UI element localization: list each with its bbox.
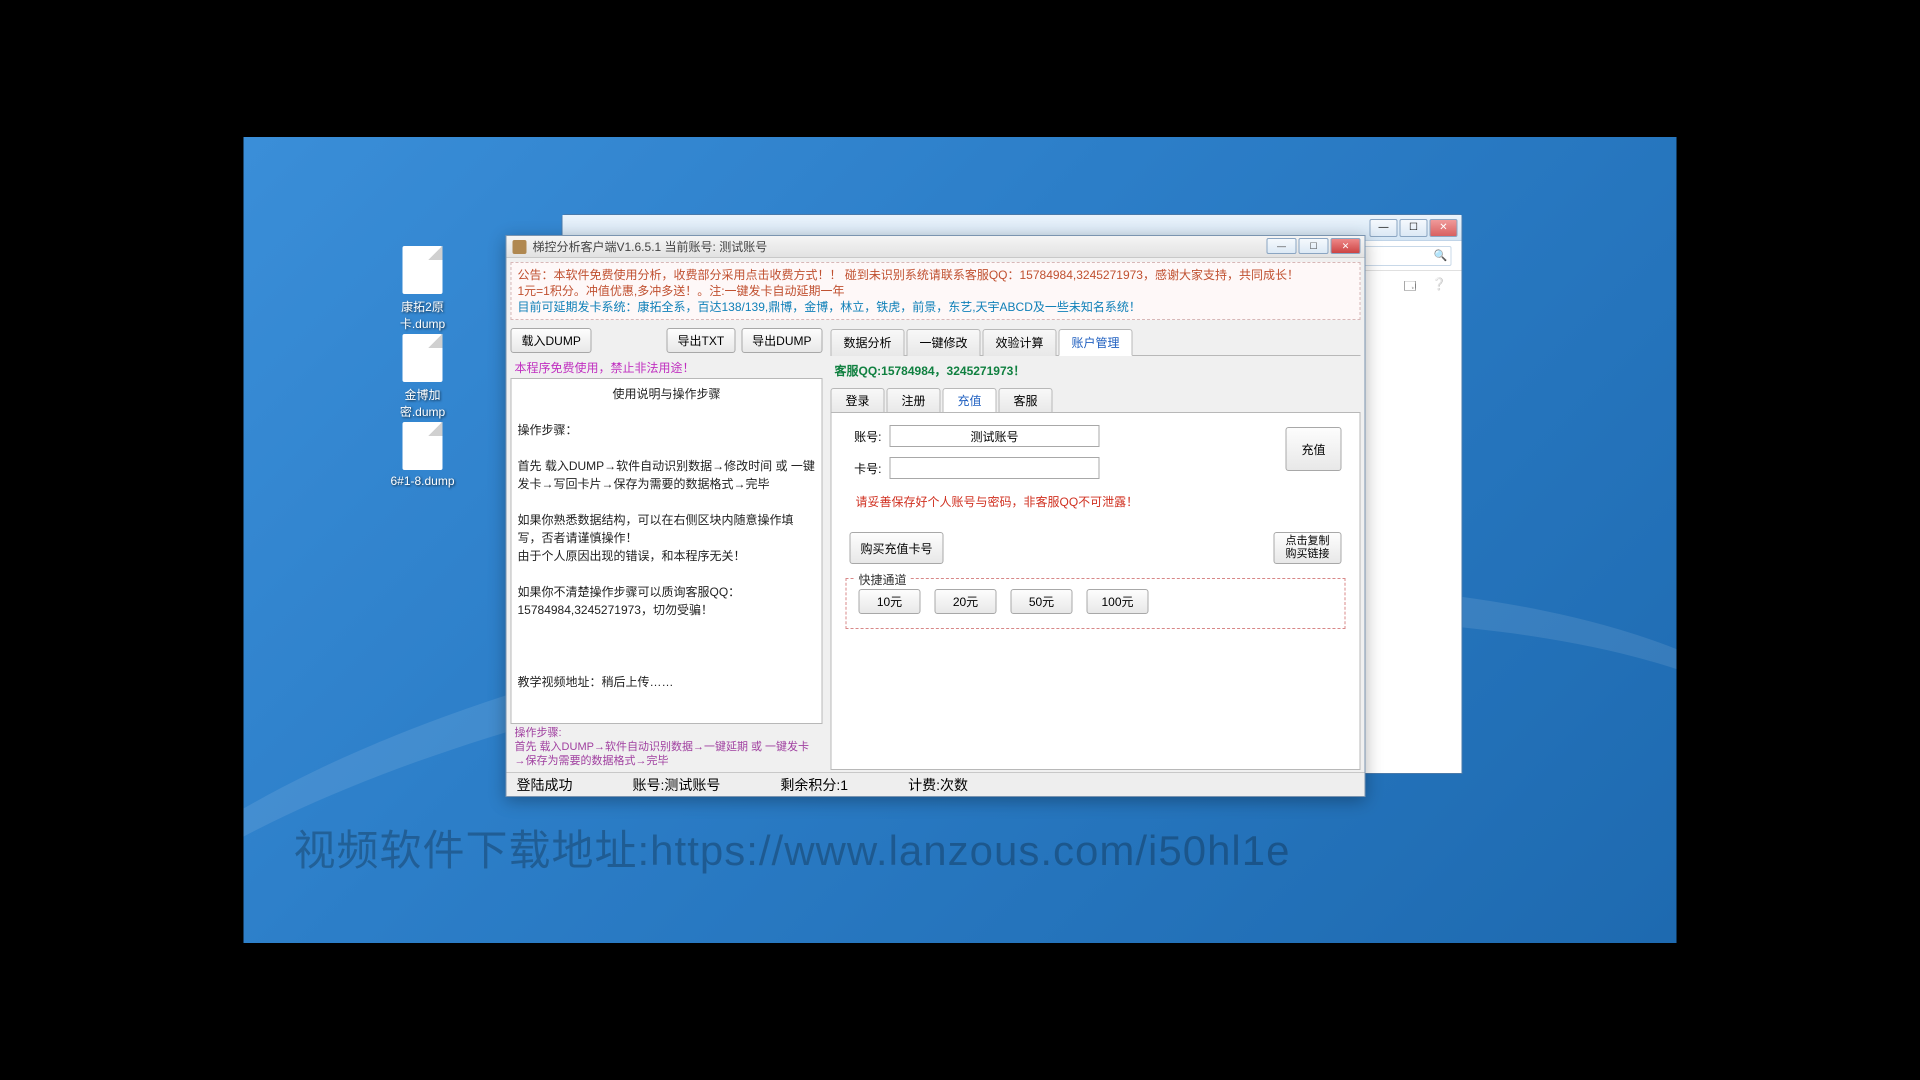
icon-label: 金博加密.dump bbox=[383, 386, 463, 420]
minimize-button[interactable]: — bbox=[1370, 219, 1398, 237]
instructions-text: 如果你熟悉数据结构，可以在右侧区块内随意操作填写，否者请谨慎操作！ bbox=[518, 511, 816, 547]
quick-channel-box: 快捷通道 10元 20元 50元 100元 bbox=[846, 578, 1346, 629]
announcement-box: 公告：本软件免费使用分析，收费部分采用点击收费方式！！ 碰到未识别系统请联系客服… bbox=[511, 262, 1361, 320]
instructions-text: 教学视频地址：稍后上传…… bbox=[518, 673, 816, 691]
account-label: 账号: bbox=[844, 428, 882, 445]
right-pane: 数据分析 一键修改 效验计算 账户管理 客服QQ:15784984，324527… bbox=[827, 324, 1365, 774]
export-txt-button[interactable]: 导出TXT bbox=[666, 328, 735, 353]
tab-data-analysis[interactable]: 数据分析 bbox=[831, 329, 905, 356]
service-qq-line: 客服QQ:15784984，3245271973！ bbox=[831, 356, 1361, 385]
close-button[interactable]: ✕ bbox=[1430, 219, 1458, 237]
announce-line: 1元=1积分。冲值优惠,多冲多送！。注:一键发卡自动延期一年 bbox=[518, 283, 1354, 299]
status-account: 账号:测试账号 bbox=[633, 775, 721, 795]
window-title: 梯控分析客户端V1.6.5.1 当前账号: 测试账号 bbox=[533, 238, 768, 255]
load-dump-button[interactable]: 载入DUMP bbox=[511, 328, 592, 353]
copy-link-button[interactable]: 点击复制购买链接 bbox=[1274, 532, 1342, 564]
sub-tabstrip: 登录 注册 充值 客服 bbox=[831, 387, 1361, 412]
instructions-text: 如果你不清楚操作步骤可以质询客服QQ：15784984,3245271973，切… bbox=[518, 583, 816, 619]
tab-one-key-modify[interactable]: 一键修改 bbox=[907, 329, 981, 356]
file-icon bbox=[403, 246, 443, 294]
warning-text: 请妥善保存好个人账号与密码，非客服QQ不可泄露！ bbox=[844, 489, 1348, 514]
close-button[interactable]: ✕ bbox=[1331, 238, 1361, 254]
file-icon bbox=[403, 422, 443, 470]
maximize-button[interactable]: ☐ bbox=[1299, 238, 1329, 254]
status-billing: 计费:次数 bbox=[908, 775, 968, 795]
desktop-icon[interactable]: 6#1-8.dump bbox=[383, 422, 463, 488]
watermark-text: 视频软件下载地址:https://www.lanzous.com/i50hl1e bbox=[294, 817, 1291, 878]
quick-50-button[interactable]: 50元 bbox=[1011, 589, 1073, 614]
tab-checksum[interactable]: 效验计算 bbox=[983, 329, 1057, 356]
desktop-icon[interactable]: 金博加密.dump bbox=[383, 334, 463, 420]
quick-100-button[interactable]: 100元 bbox=[1087, 589, 1149, 614]
subtab-register[interactable]: 注册 bbox=[887, 388, 941, 413]
instructions-box: 使用说明与操作步骤 操作步骤： 首先 载入DUMP→软件自动识别数据→修改时间 … bbox=[511, 378, 823, 724]
desktop-icon[interactable]: 康拓2原卡.dump bbox=[383, 246, 463, 332]
main-app-window: 梯控分析客户端V1.6.5.1 当前账号: 测试账号 — ☐ ✕ 公告：本软件免… bbox=[506, 235, 1366, 797]
instructions-title: 使用说明与操作步骤 bbox=[518, 385, 816, 403]
bottom-steps-note: 操作步骤: 首先 载入DUMP→软件自动识别数据→一键延期 或 一键发卡→保存为… bbox=[511, 724, 823, 770]
card-input[interactable] bbox=[890, 457, 1100, 479]
status-bar: 登陆成功 账号:测试账号 剩余积分:1 计费:次数 bbox=[507, 772, 1365, 796]
recharge-button[interactable]: 充值 bbox=[1286, 427, 1342, 471]
buy-card-button[interactable]: 购买充值卡号 bbox=[850, 532, 944, 564]
export-dump-button[interactable]: 导出DUMP bbox=[741, 328, 822, 353]
icon-label: 康拓2原卡.dump bbox=[383, 298, 463, 332]
quick-10-button[interactable]: 10元 bbox=[859, 589, 921, 614]
tab-account-mgmt[interactable]: 账户管理 bbox=[1059, 329, 1133, 356]
app-icon bbox=[513, 240, 527, 254]
recharge-panel: 账号: 卡号: 充值 请妥善保存好个人账号与密码，非客服QQ不可泄露！ 购买充值… bbox=[831, 412, 1361, 770]
free-use-note: 本程序免费使用，禁止非法用途！ bbox=[511, 357, 823, 378]
instructions-text: 操作步骤： bbox=[518, 421, 816, 439]
status-points: 剩余积分:1 bbox=[780, 775, 848, 795]
main-tabstrip: 数据分析 一键修改 效验计算 账户管理 bbox=[831, 328, 1361, 356]
maximize-button[interactable]: ☐ bbox=[1400, 219, 1428, 237]
help-icon[interactable]: ❔ bbox=[1432, 277, 1450, 295]
main-titlebar[interactable]: 梯控分析客户端V1.6.5.1 当前账号: 测试账号 — ☐ ✕ bbox=[507, 236, 1365, 258]
left-pane: 载入DUMP 导出TXT 导出DUMP 本程序免费使用，禁止非法用途！ 使用说明… bbox=[507, 324, 827, 774]
quick-legend: 快捷通道 bbox=[855, 571, 911, 588]
icon-label: 6#1-8.dump bbox=[383, 474, 463, 488]
subtab-login[interactable]: 登录 bbox=[831, 388, 885, 413]
file-icon bbox=[403, 334, 443, 382]
minimize-button[interactable]: — bbox=[1267, 238, 1297, 254]
desktop-stage: 康拓2原卡.dump 金博加密.dump 6#1-8.dump 视频软件下载地址… bbox=[244, 137, 1677, 943]
instructions-text: 由于个人原因出现的错误，和本程序无关！ bbox=[518, 547, 816, 565]
announce-line: 目前可延期发卡系统：康拓全系，百达138/139,鼎博，金博，林立，铁虎，前景，… bbox=[518, 299, 1354, 315]
status-login: 登陆成功 bbox=[517, 775, 573, 795]
quick-20-button[interactable]: 20元 bbox=[935, 589, 997, 614]
subtab-recharge[interactable]: 充值 bbox=[943, 388, 997, 413]
view-icon[interactable]: 🗔 bbox=[1404, 277, 1422, 295]
instructions-text: 首先 载入DUMP→软件自动识别数据→修改时间 或 一键发卡→写回卡片→保存为需… bbox=[518, 457, 816, 493]
announce-line: 公告：本软件免费使用分析，收费部分采用点击收费方式！！ 碰到未识别系统请联系客服… bbox=[518, 267, 1354, 283]
subtab-service[interactable]: 客服 bbox=[999, 388, 1053, 413]
card-label: 卡号: bbox=[844, 460, 882, 477]
account-input[interactable] bbox=[890, 425, 1100, 447]
